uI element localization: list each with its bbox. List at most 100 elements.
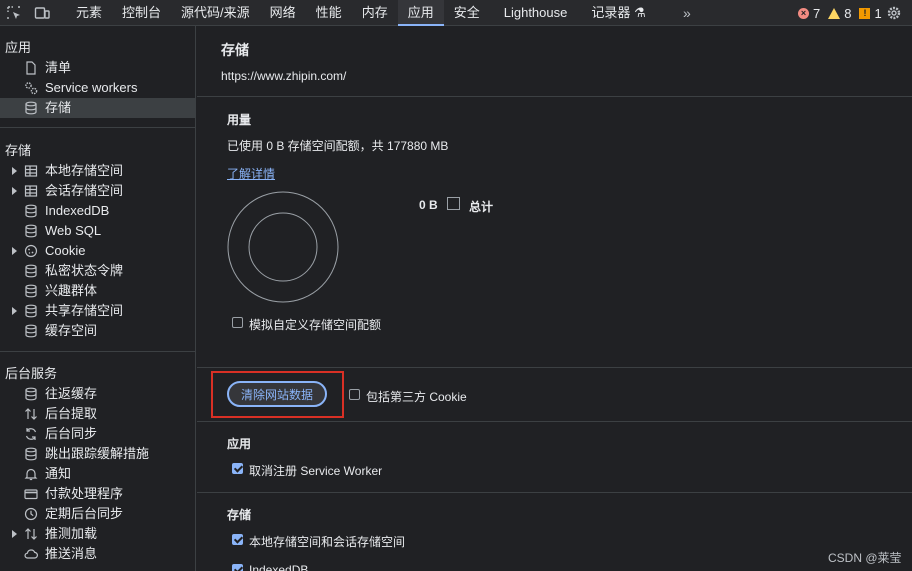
device-toolbar-icon[interactable]	[34, 5, 50, 21]
database-icon	[25, 224, 37, 238]
tab-recorder-label: 记录器	[591, 5, 631, 20]
sidebar-item-label: 兴趣群体	[45, 283, 98, 298]
sidebar-item-indexeddb[interactable]: IndexedDB	[0, 201, 195, 221]
credit-card-icon	[24, 489, 38, 500]
tab-security[interactable]: 安全	[444, 0, 490, 26]
legend-total-value: 0 B	[419, 198, 438, 212]
page-title: 存储	[221, 42, 249, 58]
table-icon	[24, 185, 38, 197]
csdn-watermark: CSDN @莱莹	[828, 551, 902, 565]
sidebar-item-label: 本地存储空间	[45, 163, 124, 178]
unregister-sw-checkbox[interactable]	[232, 463, 243, 474]
issue-counters[interactable]: × 7 8 ! 1	[798, 0, 890, 26]
expand-arrow-icon[interactable]	[12, 247, 17, 255]
legend-swatch	[447, 197, 460, 210]
learn-more-link[interactable]: 了解详情	[227, 165, 275, 182]
clock-icon	[24, 507, 38, 521]
sidebar-item-payment-handler[interactable]: 付款处理程序	[0, 484, 195, 504]
expand-arrow-icon[interactable]	[12, 307, 17, 315]
devtools-toolbar: 元素 控制台 源代码/来源 网络 性能 内存 应用 安全 Lighthouse …	[0, 0, 912, 26]
expand-arrow-icon[interactable]	[12, 187, 17, 195]
sidebar-item-web-sql[interactable]: Web SQL	[0, 221, 195, 241]
usage-text: 已使用 0 B 存储空间配额，共 177880 MB	[227, 139, 449, 153]
unregister-sw-label: 取消注册 Service Worker	[249, 464, 383, 478]
sidebar-item-periodic-background-sync[interactable]: 定期后台同步	[0, 504, 195, 524]
inspect-element-icon[interactable]	[6, 5, 22, 21]
cloud-icon	[24, 549, 38, 559]
tab-lighthouse[interactable]: Lighthouse	[490, 0, 582, 26]
bell-icon	[24, 468, 38, 481]
sidebar-item-manifest[interactable]: 清单	[0, 58, 195, 78]
tab-recorder[interactable]: 记录器 ⚗	[581, 0, 655, 26]
include-third-party-cookie-checkbox[interactable]	[349, 389, 360, 400]
tab-elements[interactable]: 元素	[66, 0, 112, 26]
expand-arrow-icon[interactable]	[12, 530, 17, 538]
database-icon	[25, 264, 37, 278]
warning-icon	[828, 7, 841, 19]
database-icon	[25, 324, 37, 338]
settings-gear-icon[interactable]	[886, 5, 902, 21]
simulate-quota-label: 模拟自定义存储空间配额	[249, 318, 382, 332]
usage-heading: 用量	[227, 113, 252, 127]
sidebar-item-push-messaging[interactable]: 推送消息	[0, 544, 195, 564]
sidebar-item-label: 推测加载	[45, 526, 98, 541]
sidebar-item-bounce-tracking-mitigations[interactable]: 跳出跟踪缓解措施	[0, 444, 195, 464]
tab-console[interactable]: 控制台	[112, 0, 171, 26]
sidebar-item-label: 共享存储空间	[45, 303, 124, 318]
sidebar-item-label: 定期后台同步	[45, 506, 124, 521]
sidebar-item-back-forward-cache[interactable]: 往返缓存	[0, 384, 195, 404]
indexeddb-checkbox[interactable]	[232, 564, 243, 571]
application-sidebar: 应用 清单 Service workers 存储 存储 本地存储空间 会话存储空…	[0, 26, 196, 571]
issue-count: 1	[874, 5, 882, 21]
more-tabs-button[interactable]: »	[683, 0, 691, 26]
simulate-quota-checkbox[interactable]	[232, 317, 243, 328]
sidebar-item-label: 会话存储空间	[45, 183, 124, 198]
indexeddb-label: IndexedDB	[249, 563, 309, 571]
sidebar-item-label: 私密状态令牌	[45, 263, 124, 278]
tab-performance[interactable]: 性能	[306, 0, 352, 26]
sidebar-item-cookie[interactable]: Cookie	[0, 241, 195, 261]
sidebar-item-cache-storage[interactable]: 缓存空间	[0, 321, 195, 341]
legend-total-label: 总计	[469, 200, 494, 214]
sidebar-item-label: 清单	[45, 60, 72, 75]
sidebar-item-notifications[interactable]: 通知	[0, 464, 195, 484]
document-icon	[26, 61, 36, 75]
sidebar-item-private-state-tokens[interactable]: 私密状态令牌	[0, 261, 195, 281]
tab-network[interactable]: 网络	[260, 0, 306, 26]
storage-section-heading: 存储	[227, 508, 252, 522]
database-icon	[25, 387, 37, 401]
sidebar-item-background-fetch[interactable]: 后台提取	[0, 404, 195, 424]
sidebar-item-interest-groups[interactable]: 兴趣群体	[0, 281, 195, 301]
tab-sources[interactable]: 源代码/来源	[171, 0, 260, 26]
sidebar-item-storage[interactable]: 存储	[0, 98, 195, 118]
include-third-party-cookie-label: 包括第三方 Cookie	[366, 390, 467, 404]
sidebar-item-local-storage[interactable]: 本地存储空间	[0, 161, 195, 181]
database-icon	[25, 204, 37, 218]
clear-site-data-button[interactable]: 清除网站数据	[227, 381, 327, 407]
sidebar-section-application: 应用	[5, 40, 32, 55]
expand-arrow-icon[interactable]	[12, 167, 17, 175]
sidebar-item-speculative-loads[interactable]: 推测加载	[0, 524, 195, 544]
sidebar-item-service-workers[interactable]: Service workers	[0, 78, 195, 98]
error-icon: ×	[798, 7, 809, 19]
sidebar-section-storage: 存储	[5, 143, 32, 158]
database-icon	[25, 447, 37, 461]
issue-icon: !	[859, 7, 871, 19]
tab-memory[interactable]: 内存	[352, 0, 398, 26]
warning-count: 8	[844, 5, 852, 21]
tab-application[interactable]: 应用	[397, 0, 444, 26]
sidebar-item-label: Web SQL	[45, 223, 102, 238]
sidebar-item-background-sync[interactable]: 后台同步	[0, 424, 195, 444]
usage-pie-chart	[227, 191, 339, 303]
sidebar-item-label: 后台同步	[45, 426, 98, 441]
sidebar-item-label: 付款处理程序	[45, 486, 124, 501]
table-icon	[24, 165, 38, 177]
up-down-arrows-icon	[25, 408, 37, 420]
sidebar-item-label: 推送消息	[45, 546, 98, 561]
sidebar-item-label: 通知	[45, 466, 72, 481]
sidebar-item-shared-storage[interactable]: 共享存储空间	[0, 301, 195, 321]
sidebar-item-session-storage[interactable]: 会话存储空间	[0, 181, 195, 201]
sidebar-item-label: IndexedDB	[45, 203, 110, 218]
local-session-storage-checkbox[interactable]	[232, 534, 243, 545]
database-icon	[25, 284, 37, 298]
